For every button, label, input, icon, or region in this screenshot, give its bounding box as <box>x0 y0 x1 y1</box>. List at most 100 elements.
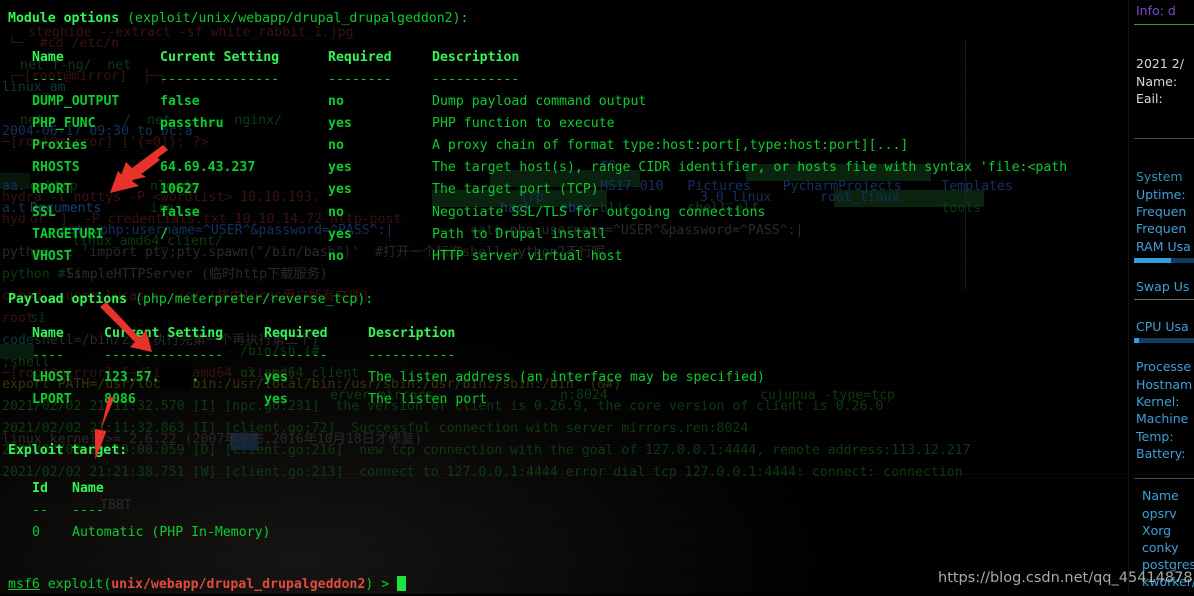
module-row-name: VHOST <box>32 248 72 264</box>
module-row-required: no <box>328 94 344 109</box>
conky-process-item: opsrv <box>1142 506 1177 521</box>
msfconsole-output[interactable]: Module options (exploit/unix/webapp/drup… <box>0 0 1194 594</box>
module-row-description: Negotiate SSL/TLS for outgoing connectio… <box>432 204 766 220</box>
payload-col-current-setting: Current Setting <box>104 326 224 341</box>
payload-rule-description: ----------- <box>368 348 456 363</box>
module-col-required: Required <box>328 50 392 65</box>
prompt-exploit-close: ) > <box>365 577 398 592</box>
module-row-name: SSL <box>32 204 56 220</box>
module-row-name: TARGETURI <box>32 226 104 242</box>
module-row-name: PHP_FUNC <box>32 116 96 132</box>
target-rule-name: ---- <box>72 503 104 518</box>
payload-rule-required: -------- <box>264 348 328 363</box>
payload-row-required: yes <box>264 370 288 385</box>
module-row-required: yes <box>328 182 352 198</box>
module-row-value: 64.69.43.237 <box>160 160 256 176</box>
prompt-msf-label: msf6 <box>8 577 40 592</box>
conky-ram-bar <box>1134 258 1194 263</box>
conky-date: 2021 2/ <box>1136 56 1184 71</box>
payload-row-required: yes <box>264 392 288 408</box>
conky-swap-label: Swap Us <box>1136 279 1190 294</box>
module-row-required: yes <box>328 160 352 176</box>
conky-kernel-label: Kernel: <box>1136 394 1180 409</box>
conky-uptime-label: Uptime: <box>1136 187 1186 202</box>
exploit-target-header: Exploit target: <box>8 443 128 458</box>
payload-row-value: 123.57.XXXX. <box>104 367 199 390</box>
conky-system-monitor: Info: d 2021 2/ Name: Eail: System Uptim… <box>1130 0 1194 594</box>
payload-options-title: Payload options <box>8 292 128 307</box>
payload-col-description: Description <box>368 326 456 341</box>
prompt-module-path: unix/webapp/drupal_drupalgeddon2 <box>111 577 366 592</box>
module-row-value: 10627 <box>160 182 200 198</box>
conky-name-label: Name: <box>1136 74 1178 89</box>
payload-options-path: (php/meterpreter/reverse_tcp): <box>127 292 374 307</box>
payload-row-description: The listen port <box>368 392 488 408</box>
conky-ram-label: RAM Usa <box>1136 239 1191 254</box>
module-row-name: Proxies <box>32 138 88 154</box>
conky-divider-2 <box>1134 138 1194 139</box>
conky-temp-label: Temp: <box>1136 429 1174 444</box>
module-row-value: passthru <box>160 116 224 132</box>
payload-col-required: Required <box>264 326 328 341</box>
payload-rule-name: ---- <box>32 348 64 363</box>
conky-info-label: Info: d <box>1136 3 1176 18</box>
conky-email-label: Eail: <box>1136 91 1163 106</box>
module-rule-setting: --------------- <box>160 72 280 87</box>
target-col-id: Id <box>32 481 48 496</box>
conky-frequency2-label: Frequen <box>1136 221 1187 236</box>
conky-process-item: postgres <box>1142 590 1194 594</box>
module-col-current-setting: Current Setting <box>160 50 280 65</box>
module-row-description: The target port (TCP) <box>432 182 599 198</box>
conky-battery-label: Battery: <box>1136 446 1186 461</box>
module-col-description: Description <box>432 50 520 65</box>
conky-machine-label: Machine <box>1136 411 1189 426</box>
conky-hostname-label: Hostnam <box>1136 377 1193 392</box>
module-row-value: / <box>160 226 168 242</box>
module-rule-required: -------- <box>328 72 392 87</box>
module-col-name: Name <box>32 50 64 65</box>
payload-row-value: 8086 <box>104 392 136 408</box>
module-row-value: false <box>160 204 200 220</box>
payload-row-name: LPORT <box>32 392 72 408</box>
module-row-required: yes <box>328 226 352 242</box>
redacted-value: XXXX <box>159 367 192 390</box>
conky-process-item: conky <box>1142 540 1179 555</box>
module-row-required: yes <box>328 116 352 132</box>
module-options-header: Module options (exploit/unix/webapp/drup… <box>8 8 469 30</box>
prompt-exploit-open: exploit( <box>39 577 112 592</box>
conky-system-label: System <box>1136 169 1183 184</box>
conky-processes-label: Processe <box>1136 359 1192 374</box>
target-row-name: Automatic (PHP In-Memory) <box>72 525 271 540</box>
module-row-required: no <box>328 204 344 220</box>
target-row-id: 0 <box>32 525 40 540</box>
msf-prompt[interactable]: msf6 exploit(unix/webapp/drupal_drupalge… <box>8 574 407 596</box>
conky-divider-4 <box>1134 478 1194 479</box>
conky-process-item: Xorg <box>1142 523 1172 538</box>
payload-row-name: LHOST <box>32 370 72 385</box>
module-row-description: Dump payload command output <box>432 94 647 109</box>
terminal-cursor <box>397 576 407 591</box>
module-row-name: RPORT <box>32 182 72 198</box>
module-row-required: no <box>328 138 344 154</box>
module-row-description: The target host(s), range CIDR identifie… <box>432 160 1068 176</box>
payload-options-header: Payload options (php/meterpreter/reverse… <box>8 289 373 311</box>
module-rule-name: ---- <box>32 72 64 87</box>
module-row-description: HTTP server virtual host <box>432 248 623 264</box>
module-options-title: Module options <box>8 11 120 26</box>
module-rule-description: ----------- <box>432 72 520 87</box>
module-row-description: Path to Drupal install <box>432 226 607 242</box>
conky-divider-1 <box>1134 24 1194 25</box>
conky-frequency1-label: Frequen <box>1136 204 1187 219</box>
module-row-required: no <box>328 248 344 264</box>
module-row-description: A proxy chain of format type:host:port[,… <box>432 138 909 154</box>
conky-cpu-label: CPU Usa <box>1136 319 1189 334</box>
payload-rule-setting: --------------- <box>104 348 224 363</box>
module-row-name: DUMP_OUTPUT <box>32 94 120 109</box>
module-options-path: (exploit/unix/webapp/drupal_drupalgeddon… <box>119 11 469 26</box>
module-row-name: RHOSTS <box>32 160 80 176</box>
payload-col-name: Name <box>32 326 64 341</box>
target-rule-id: -- <box>32 503 48 518</box>
conky-divider-3 <box>1134 299 1194 300</box>
module-row-description: PHP function to execute <box>432 116 615 132</box>
watermark-url: https://blog.csdn.net/qq_45414878 <box>938 570 1193 586</box>
